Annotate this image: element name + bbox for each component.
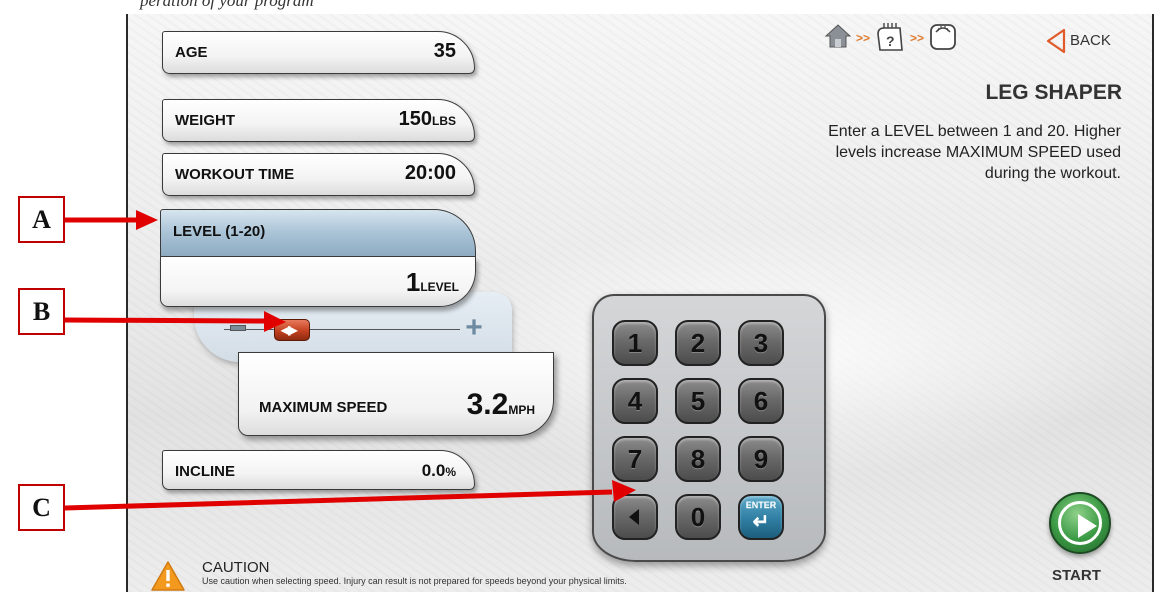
- manual-figure: peration of your program >> ? >> BACK LE…: [0, 0, 1163, 592]
- callout-arrow-b: [64, 311, 286, 332]
- callout-arrow-c: [64, 480, 636, 511]
- callout-arrow-a: [65, 210, 158, 230]
- callout-arrows: [64, 210, 636, 511]
